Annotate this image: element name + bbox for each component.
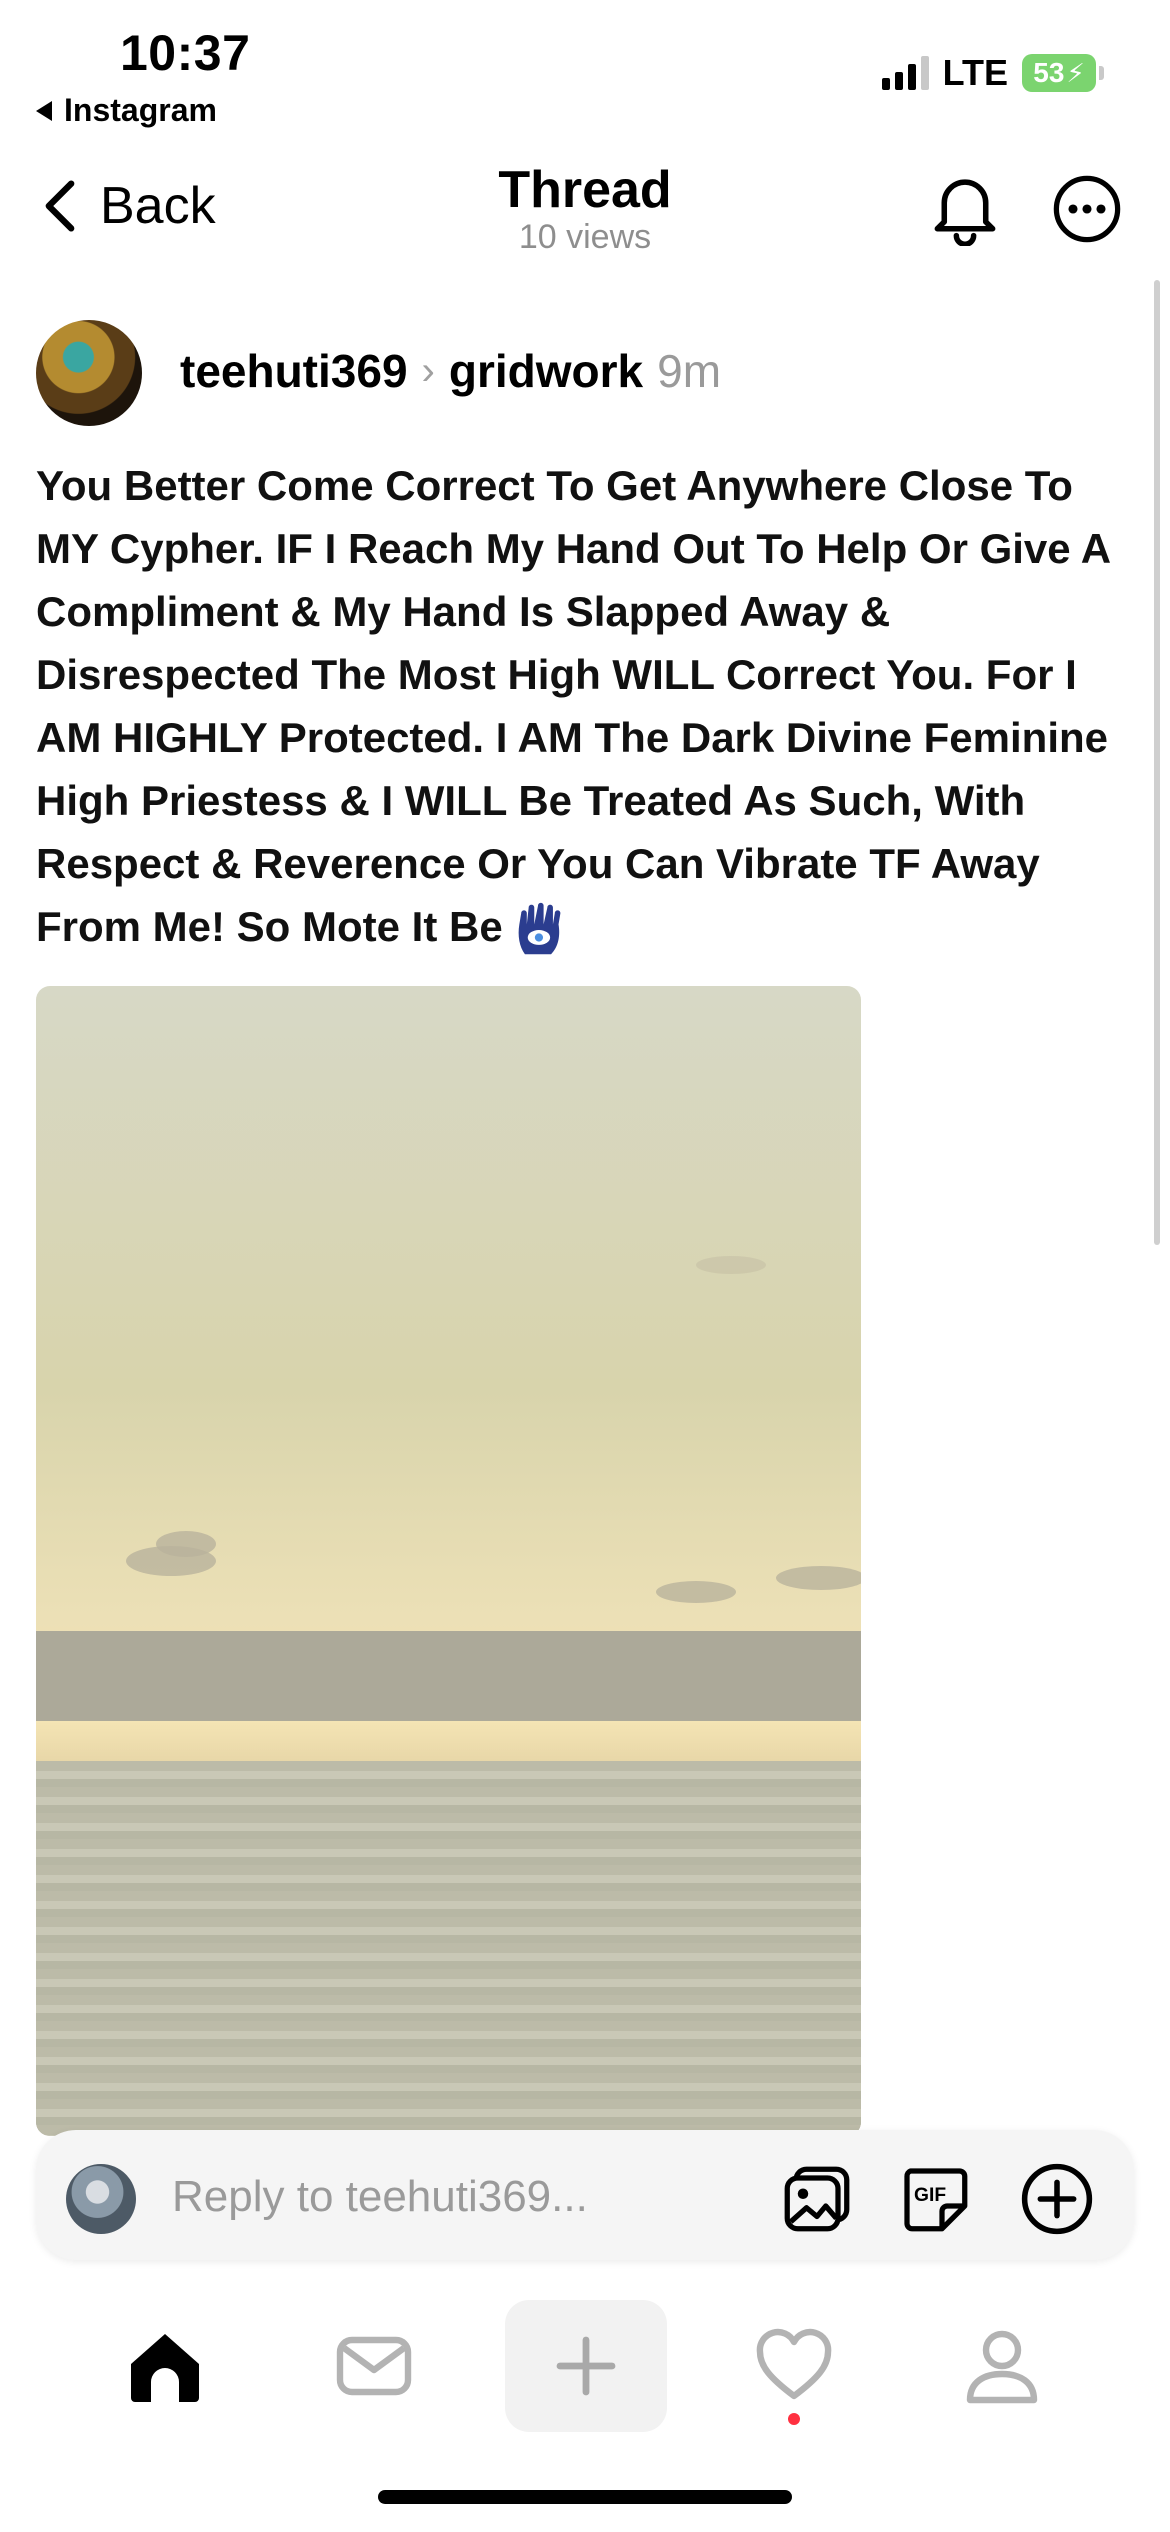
home-icon[interactable] [125, 2326, 205, 2406]
signal-icon [881, 56, 929, 90]
chevron-right-icon: › [421, 348, 435, 393]
scrollbar[interactable] [1154, 280, 1160, 1245]
battery-level: 53 [1033, 57, 1065, 88]
author-username[interactable]: teehuti369 [180, 344, 408, 398]
status-indicators: LTE 53 ⚡ [881, 52, 1104, 94]
back-to-app-link[interactable]: Instagram [36, 92, 217, 129]
reply-input[interactable]: Reply to teehuti369... [172, 2172, 588, 2222]
post-body: You Better Come Correct To Get Anywhere … [36, 454, 1136, 958]
plus-circle-icon[interactable] [1020, 2162, 1094, 2236]
my-avatar [66, 2164, 136, 2234]
battery-charging-icon: 53 ⚡ [1022, 54, 1104, 92]
post-time: 9m [657, 345, 722, 397]
network-label: LTE [942, 52, 1008, 93]
bell-icon[interactable] [930, 170, 1000, 246]
new-post-icon [556, 2336, 616, 2396]
topic-tag[interactable]: gridwork [449, 344, 643, 398]
profile-icon[interactable] [962, 2326, 1042, 2406]
activity-icon[interactable] [754, 2326, 834, 2406]
back-triangle-icon [36, 100, 52, 121]
gif-label: GIF [914, 2185, 946, 2206]
notification-dot [788, 2413, 800, 2425]
gif-icon[interactable]: GIF [900, 2164, 970, 2234]
author-avatar[interactable] [36, 320, 142, 426]
post-video[interactable] [36, 986, 861, 2136]
post-text: You Better Come Correct To Get Anywhere … [36, 462, 1122, 950]
more-icon[interactable] [1052, 174, 1122, 244]
back-app-label: Instagram [64, 92, 217, 128]
image-icon[interactable] [782, 2164, 852, 2234]
post-meta: teehuti369 › gridwork 9m [180, 344, 721, 398]
status-time: 10:37 [120, 25, 251, 81]
home-indicator [378, 2490, 792, 2504]
inbox-icon[interactable] [334, 2326, 414, 2406]
hamsa-icon [518, 902, 561, 955]
